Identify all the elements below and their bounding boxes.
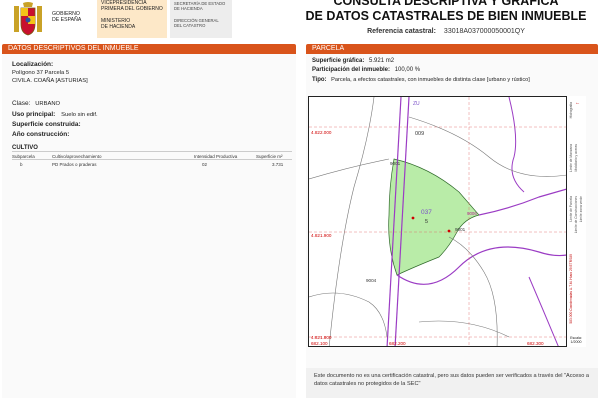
secretariat-block: SECRETARÍA DE ESTADO DE HACIENDA DIRECCI… bbox=[170, 0, 232, 38]
boundary-line bbox=[328, 97, 375, 346]
participacion-label: Participación del inmueble: bbox=[312, 67, 391, 73]
coord-top: 4.822.000 bbox=[311, 130, 332, 135]
uso-value: Suelo sin edif. bbox=[61, 112, 98, 118]
tipo-row: Tipo: Parcela, a efectos catastrales, co… bbox=[312, 77, 530, 83]
ref-value: 33018A037000050001QY bbox=[443, 28, 525, 35]
map-label-9001: 9001 bbox=[390, 161, 401, 166]
clase-row: Clase: URBANO bbox=[12, 100, 60, 107]
boundary-line bbox=[309, 292, 388, 338]
location-line-2: CIVILA. COAÑA [ASTURIAS] bbox=[12, 78, 88, 84]
coord-bottom: 4.821.800 bbox=[311, 335, 332, 340]
map-label-009: 009 bbox=[415, 131, 425, 137]
uso-row: Uso principal: Suelo sin edif. bbox=[12, 111, 98, 118]
location-label: Localización: bbox=[12, 61, 54, 68]
coat-of-arms-icon bbox=[14, 2, 42, 36]
boundary-line bbox=[418, 320, 510, 338]
col-subparcela: Subparcela bbox=[12, 154, 35, 159]
legend-item: Límite de Parcela bbox=[569, 196, 573, 222]
map-label-zu: ZU bbox=[413, 101, 420, 107]
projection-text: 583.000 Coordenadas U.T.M. Huso 29 ETRS8… bbox=[569, 254, 573, 324]
north-arrow-icon: ↑ bbox=[575, 102, 581, 105]
page-header: GOBIERNO DE ESPAÑA VICEPRESIDENCIA PRIME… bbox=[0, 0, 600, 42]
coord-x3: 682.300 bbox=[527, 341, 544, 346]
cell-subparcela: b bbox=[20, 162, 23, 167]
ministry-block: VICEPRESIDENCIA PRIMERA DEL GOBIERNO MIN… bbox=[97, 0, 167, 38]
map-label-037: 037 bbox=[421, 209, 432, 216]
col-superficie: Superficie m² bbox=[256, 154, 283, 159]
cell-intensidad: 02 bbox=[202, 162, 208, 167]
page-title: CONSULTA DESCRIPTIVA Y GRÁFICA DE DATOS … bbox=[296, 0, 596, 24]
title-line-1: CONSULTA DESCRIPTIVA Y GRÁFICA bbox=[333, 0, 559, 8]
map-label-9001b: 9001 bbox=[455, 227, 466, 232]
legend-item: Límite zona verde bbox=[579, 196, 583, 223]
legend-item: Hidrografía bbox=[569, 102, 573, 119]
map-label-5: 5 bbox=[425, 219, 429, 225]
legend-item: Límite de Construcciones bbox=[574, 196, 578, 234]
coord-x2: 682.200 bbox=[389, 341, 406, 346]
road-line bbox=[508, 97, 525, 193]
ref-label: Referencia catastral: bbox=[367, 28, 436, 35]
section-bar-descriptive: DATOS DESCRIPTIVOS DEL INMUEBLE bbox=[2, 44, 296, 54]
scale-value: 1/2000 bbox=[570, 340, 582, 344]
cadastral-map[interactable]: 4.822.000 4.821.900 4.821.800 682.100 68… bbox=[308, 96, 586, 347]
secretariat-line-4: DEL CATASTRO bbox=[174, 23, 206, 28]
sup-grafica-row: Superficie gráfica: 5.921 m2 bbox=[312, 58, 394, 64]
cultivo-table-header: Subparcela Cultivo/aprovechamiento Inten… bbox=[12, 151, 292, 160]
cell-cultivo: PD Prados o praderas bbox=[52, 162, 97, 167]
cadastral-reference: Referencia catastral: 33018A037000050001… bbox=[296, 28, 596, 35]
boundary-line bbox=[448, 236, 498, 346]
tipo-value: Parcela, a efectos catastrales, con inmu… bbox=[331, 77, 530, 83]
ministry-line-4: DE HACIENDA bbox=[101, 23, 136, 30]
title-line-2: DE DATOS CATASTRALES DE BIEN INMUEBLE bbox=[305, 9, 587, 23]
clase-value: URBANO bbox=[35, 101, 61, 107]
participacion-row: Participación del inmueble: 100,00 % bbox=[312, 67, 420, 73]
ministry-line-2: PRIMERA DEL GOBIERNO bbox=[101, 5, 163, 12]
cell-superficie: 3.731 bbox=[272, 162, 284, 167]
boundary-line bbox=[309, 158, 390, 180]
superficie-construida-label: Superficie construida: bbox=[12, 121, 81, 128]
map-scale: Escala: 1/2000 bbox=[566, 336, 586, 344]
sup-grafica-value: 5.921 m2 bbox=[369, 58, 395, 64]
tipo-label: Tipo: bbox=[312, 77, 327, 83]
map-legend: Hidrografía ↑ Límite de Manzana Mobiliar… bbox=[566, 96, 586, 347]
map-label-9004: 9004 bbox=[366, 278, 377, 283]
uso-label: Uso principal: bbox=[12, 111, 56, 118]
table-row: b PD Prados o praderas 02 3.731 bbox=[12, 160, 292, 172]
location-line-1: Polígono 37 Parcela 5 bbox=[12, 70, 70, 76]
road-line bbox=[478, 188, 568, 216]
col-intensidad: Intensidad Productiva bbox=[194, 154, 238, 159]
legend-item: Límite de Manzana bbox=[569, 144, 573, 173]
col-cultivo: Cultivo/aprovechamiento bbox=[52, 154, 102, 159]
disclaimer-note: Este documento no es una certificación c… bbox=[306, 368, 598, 398]
coord-x1: 682.100 bbox=[311, 341, 328, 346]
road-line bbox=[528, 276, 559, 346]
coord-mid: 4.821.900 bbox=[311, 233, 332, 238]
boundary-line bbox=[408, 116, 568, 177]
sup-grafica-label: Superficie gráfica: bbox=[312, 58, 365, 64]
anio-construccion-label: Año construcción: bbox=[12, 131, 70, 138]
participacion-value: 100,00 % bbox=[394, 67, 421, 73]
map-drawing bbox=[309, 97, 568, 346]
legend-item: Mobiliario y aceras bbox=[574, 144, 578, 172]
map-label-9006: 9006 bbox=[467, 211, 477, 216]
clase-label: Clase: bbox=[12, 100, 31, 107]
section-bar-parcela: PARCELA bbox=[306, 44, 598, 54]
